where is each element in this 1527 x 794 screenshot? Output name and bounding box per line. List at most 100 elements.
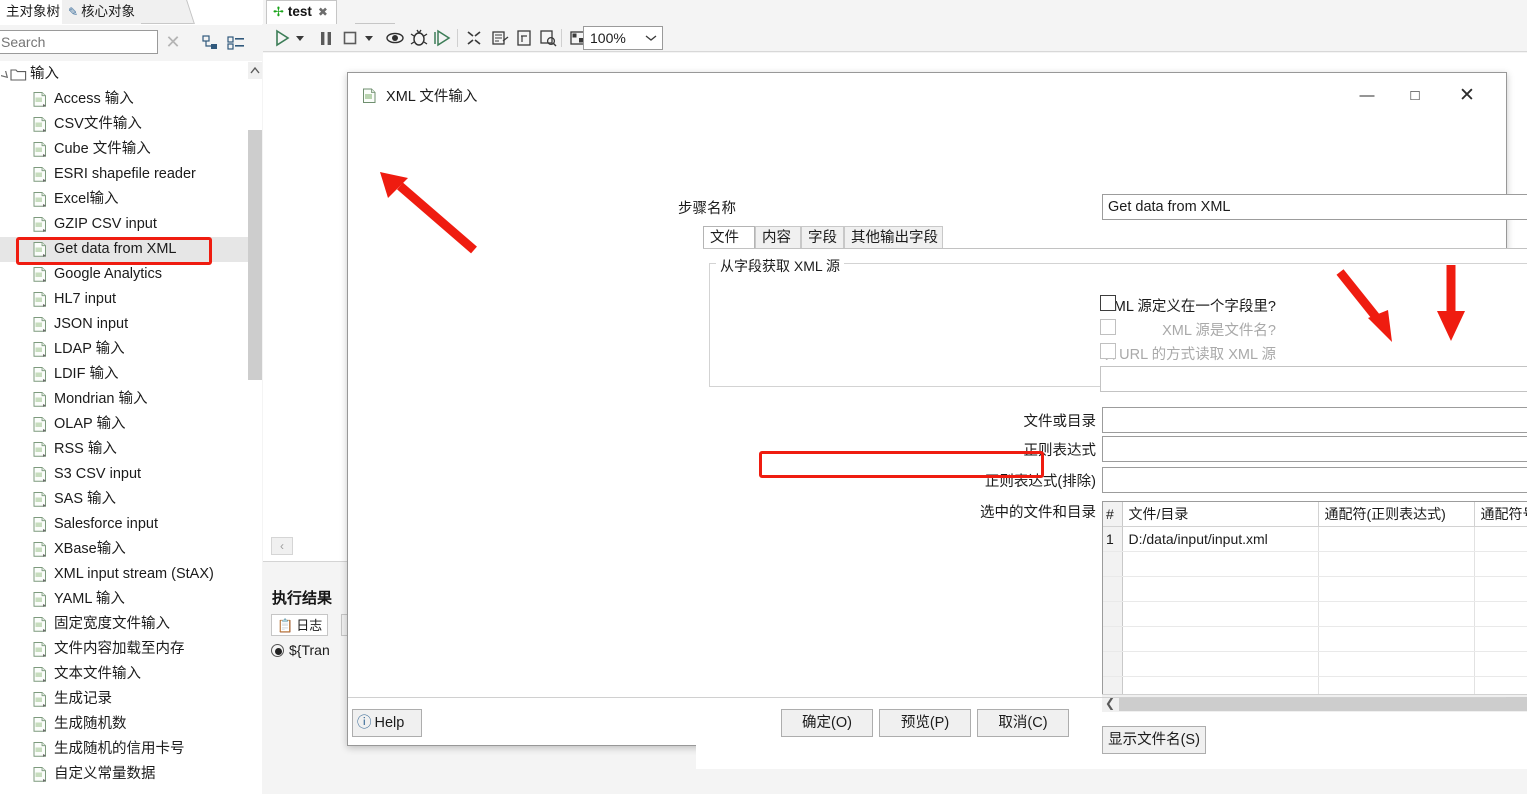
cell-empty[interactable]	[1122, 601, 1319, 627]
tree-item-cube[interactable]: Cube 文件输入	[0, 137, 262, 162]
cell-wildcard-exclude[interactable]	[1474, 526, 1527, 552]
table-row-empty[interactable]	[1103, 551, 1527, 577]
cancel-button[interactable]: 取消(C)	[977, 709, 1069, 737]
clear-x-icon[interactable]: ✕	[163, 33, 183, 53]
tree-item-[interactable]: 生成随机数	[0, 712, 262, 737]
tab-main-object-tree[interactable]: 主对象树	[0, 0, 67, 24]
table-row-empty[interactable]	[1103, 576, 1527, 602]
column-header-wildcard-exclude[interactable]: 通配符号(排除)	[1474, 502, 1527, 527]
tree-item-[interactable]: 固定宽度文件输入	[0, 612, 262, 637]
run-icon[interactable]	[271, 27, 293, 49]
cell-empty[interactable]	[1474, 651, 1527, 677]
tree-item-[interactable]: 文本文件输入	[0, 662, 262, 687]
tree-item-get-data-from-xml[interactable]: Get data from XML	[0, 237, 262, 262]
tree-item-[interactable]: 生成记录	[0, 687, 262, 712]
xml-source-is-filename-checkbox[interactable]	[1100, 319, 1116, 335]
run-dropdown-icon[interactable]	[293, 27, 307, 49]
file-or-directory-input[interactable]	[1102, 407, 1527, 433]
tree-item-google-analytics[interactable]: Google Analytics	[0, 262, 262, 287]
collapse-left-icon[interactable]: ‹	[271, 537, 293, 555]
ok-button[interactable]: 确定(O)	[781, 709, 873, 737]
cell-empty[interactable]	[1103, 651, 1123, 677]
tab-log[interactable]: 📋 日志	[271, 614, 329, 636]
debug-icon[interactable]	[408, 27, 430, 49]
help-button[interactable]: ⓘ Help	[352, 709, 422, 737]
zoom-combo[interactable]: 100%	[583, 26, 663, 50]
tree-item-olap[interactable]: OLAP 输入	[0, 412, 262, 437]
xml-source-field-name-input[interactable]	[1100, 366, 1527, 392]
transformation-icon[interactable]	[463, 27, 485, 49]
tree-item-[interactable]: 文件内容加载至内存	[0, 637, 262, 662]
table-hscroll-thumb[interactable]	[1119, 697, 1527, 711]
object-tree[interactable]: 输入 Access 输入 CSV文件输入 Cube 文件输入 ESRI shapefil…	[0, 62, 262, 794]
tab-core-objects[interactable]: ✎ 核心对象	[62, 0, 142, 24]
tree-item-csv[interactable]: CSV文件输入	[0, 112, 262, 137]
tree-scroll-up-icon[interactable]	[248, 62, 262, 79]
xml-source-in-field-checkbox[interactable]	[1100, 295, 1116, 311]
cell-num[interactable]: 1	[1103, 526, 1123, 552]
tree-item-ldif[interactable]: LDIF 输入	[0, 362, 262, 387]
tree-item-xbase[interactable]: XBase输入	[0, 537, 262, 562]
view-menu-icon[interactable]	[227, 34, 245, 52]
column-header-wildcard[interactable]: 通配符(正则表达式)	[1318, 502, 1475, 527]
cell-empty[interactable]	[1474, 576, 1527, 602]
cell-empty[interactable]	[1122, 626, 1319, 652]
column-header-path[interactable]: 文件/目录	[1122, 502, 1319, 527]
cell-empty[interactable]	[1103, 551, 1123, 577]
chevron-down-icon[interactable]	[645, 34, 657, 42]
cell-empty[interactable]	[1103, 626, 1123, 652]
tree-item-access[interactable]: Access 输入	[0, 87, 262, 112]
close-icon[interactable]: ✕	[1444, 81, 1490, 111]
tree-item-yaml[interactable]: YAML 输入	[0, 587, 262, 612]
sql-icon[interactable]	[513, 27, 535, 49]
cell-empty[interactable]	[1122, 551, 1319, 577]
step-metrics-icon[interactable]	[489, 27, 511, 49]
cell-empty[interactable]	[1474, 601, 1527, 627]
regular-expression-exclude-input[interactable]	[1102, 467, 1527, 493]
minimize-icon[interactable]: —	[1344, 81, 1390, 111]
tab-content[interactable]: 内容	[755, 226, 801, 249]
collapse-all-icon[interactable]	[202, 34, 220, 52]
cell-empty[interactable]	[1474, 551, 1527, 577]
tree-item-s3-csv-input[interactable]: S3 CSV input	[0, 462, 262, 487]
replay-icon[interactable]	[432, 27, 454, 49]
tree-root-input[interactable]: 输入	[0, 62, 262, 87]
table-row-empty[interactable]	[1103, 601, 1527, 627]
cell-empty[interactable]	[1318, 626, 1475, 652]
tab-files[interactable]: 文件	[703, 226, 755, 249]
regular-expression-input[interactable]	[1102, 436, 1527, 462]
read-xml-as-url-checkbox[interactable]	[1100, 343, 1116, 359]
stop-icon[interactable]	[339, 27, 361, 49]
cell-empty[interactable]	[1103, 576, 1123, 602]
column-header-num[interactable]: #	[1103, 502, 1123, 527]
close-tab-icon[interactable]: ✖	[318, 5, 328, 19]
tree-item-mondrian[interactable]: Mondrian 输入	[0, 387, 262, 412]
tree-scroll-thumb[interactable]	[248, 130, 262, 380]
cell-empty[interactable]	[1474, 626, 1527, 652]
step-name-input[interactable]	[1102, 194, 1527, 220]
tree-item-esri-shapefile-reader[interactable]: ESRI shapefile reader	[0, 162, 262, 187]
cell-path[interactable]: D:/data/input/input.xml	[1122, 526, 1319, 552]
tree-item-sas[interactable]: SAS 输入	[0, 487, 262, 512]
search-input[interactable]	[0, 30, 158, 54]
cell-empty[interactable]	[1318, 576, 1475, 602]
preview-button[interactable]: 预览(P)	[879, 709, 971, 737]
table-row-empty[interactable]	[1103, 651, 1527, 677]
cell-empty[interactable]	[1318, 551, 1475, 577]
tree-item-hl7-input[interactable]: HL7 input	[0, 287, 262, 312]
pause-icon[interactable]	[315, 27, 337, 49]
tab-additional-output-fields[interactable]: 其他输出字段	[844, 226, 943, 249]
preview-icon[interactable]	[384, 27, 406, 49]
tree-item-[interactable]: 自定义常量数据	[0, 762, 262, 787]
show-filename-button[interactable]: 显示文件名(S)	[1102, 726, 1206, 754]
cell-empty[interactable]	[1122, 651, 1319, 677]
selected-files-table[interactable]: # 文件/目录 通配符(正则表达式) 通配符号(排除) 需要的 包含子目录 1D…	[1102, 501, 1527, 712]
cell-empty[interactable]	[1103, 601, 1123, 627]
tree-item-salesforce-input[interactable]: Salesforce input	[0, 512, 262, 537]
tree-item-xml-input-stream-stax[interactable]: XML input stream (StAX)	[0, 562, 262, 587]
tree-item-[interactable]: 生成随机的信用卡号	[0, 737, 262, 762]
stop-dropdown-icon[interactable]	[362, 27, 376, 49]
cell-empty[interactable]	[1318, 601, 1475, 627]
expand-arrow-icon[interactable]	[1, 71, 10, 80]
table-row-empty[interactable]	[1103, 626, 1527, 652]
